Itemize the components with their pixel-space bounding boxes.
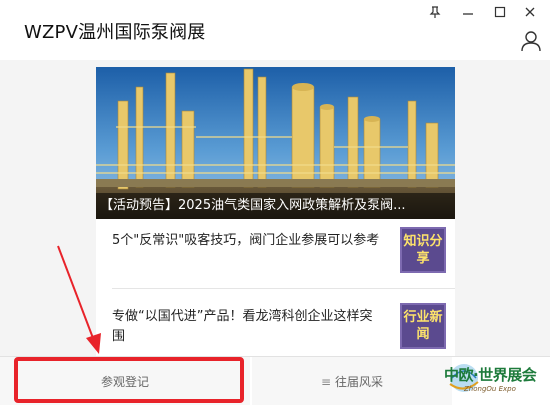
title-bar: WZPV温州国际泵阀展 [0,0,550,60]
past-highlights-button[interactable]: ≡ 往届风采 [252,357,452,405]
divider [112,288,455,289]
article-title[interactable]: 5个"反常识"吸客技巧，阀门企业参展可以参考 [112,231,384,251]
article-thumbnail: 知识分享 [400,227,446,273]
hero-caption[interactable]: 【活动预告】2025油气类国家入网政策解析及泵阀... [96,193,455,219]
user-icon[interactable] [520,30,542,52]
maximize-icon[interactable] [489,4,511,20]
expo-logo: 中欧·世界展会 ZhongOu Expo [442,356,542,405]
hero-banner[interactable]: 【活动预告】2025油气类国家入网政策解析及泵阀... [96,67,455,219]
app-title: WZPV温州国际泵阀展 [24,22,206,43]
highlight-box [14,357,244,403]
close-icon[interactable] [519,4,541,20]
past-highlights-label: 往届风采 [335,375,384,389]
logo-text: 中欧·世界展会 [444,366,537,384]
article-feed[interactable]: 【活动预告】2025油气类国家入网政策解析及泵阀... 5个"反常识"吸客技巧，… [96,67,455,356]
menu-icon: ≡ [320,374,332,389]
article-title[interactable]: 专做“以国代进”产品！看龙湾科创企业这样突围 [112,307,384,347]
logo-subtitle: ZhongOu Expo [464,385,516,393]
list-item[interactable]: 5个"反常识"吸客技巧，阀门企业参展可以参考 知识分享 [96,219,455,289]
minimize-icon[interactable] [457,4,479,20]
list-item[interactable]: 专做“以国代进”产品！看龙湾科创企业这样突围 行业新闻 [96,295,455,356]
article-thumbnail: 行业新闻 [400,303,446,349]
pin-icon[interactable] [424,4,446,20]
